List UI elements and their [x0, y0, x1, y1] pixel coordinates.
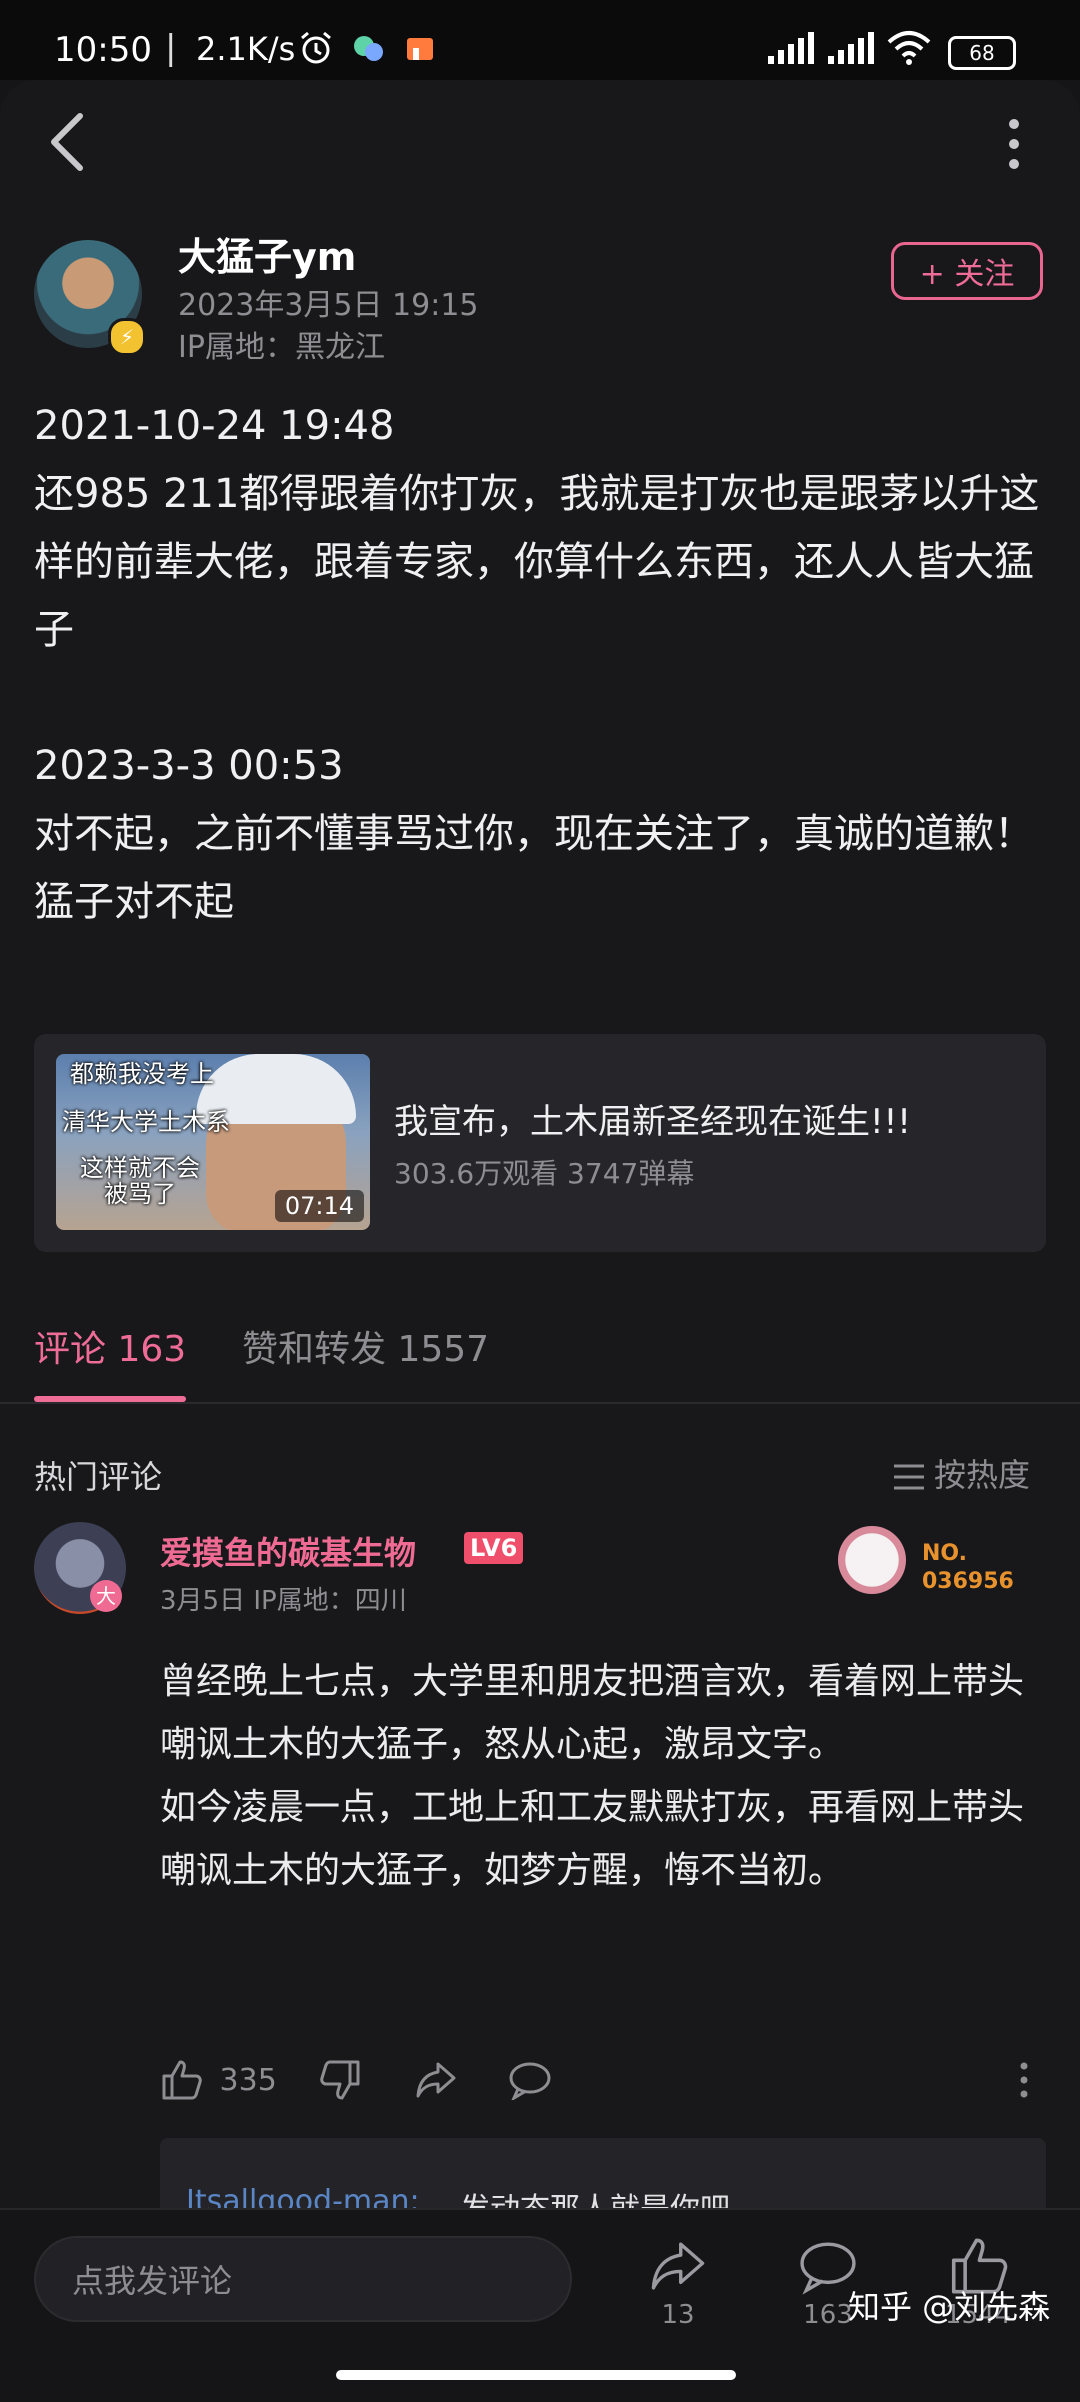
thumb-caption-2: 清华大学土木系: [62, 1108, 230, 1136]
video-thumbnail[interactable]: 都赖我没考上 清华大学土木系 这样就不会 被骂了 07:14: [56, 1054, 370, 1230]
signal-icon: [826, 30, 876, 66]
follow-button[interactable]: + 关注: [891, 242, 1043, 300]
tab-likes-reposts[interactable]: 赞和转发 1557: [242, 1320, 489, 1372]
tab-divider: [0, 1402, 1080, 1404]
store-icon: [402, 30, 438, 66]
comment-paragraph-1: 曾经晚上七点，大学里和朋友把酒言欢，看着网上带头嘲讽土木的大猛子，怒从心起，激昂…: [160, 1661, 1025, 1765]
level-badge: LV6: [464, 1532, 524, 1564]
comment-like-count: 335: [219, 2062, 277, 2098]
zhihu-watermark: 知乎 @刘先森: [848, 2288, 1051, 2326]
thumb-caption-1: 都赖我没考上: [70, 1060, 214, 1088]
thumb-caption-4: 被骂了: [104, 1180, 176, 1208]
wifi-icon: [886, 30, 932, 66]
app-notification-icon: [350, 30, 386, 66]
post-text-1: 还985 211都得跟着你打灰，我就是打灰也是跟茅以升这样的前辈大佬，跟着专家，…: [34, 471, 1040, 653]
post-ip-location: IP属地：黑龙江: [178, 330, 385, 365]
comment-more-icon[interactable]: [1014, 2060, 1034, 2100]
status-time: 10:50: [54, 30, 152, 70]
comment-paragraph-2: 如今凌晨一点，工地上和工友默默打灰，再看网上带头嘲讽土木的大猛子，如梦方醒，悔不…: [160, 1787, 1025, 1891]
commenter-avatar-badge: 大: [90, 1580, 122, 1612]
video-card[interactable]: 都赖我没考上 清华大学土木系 这样就不会 被骂了 07:14 我宣布，土木届新圣…: [34, 1034, 1046, 1252]
post-time-2: 2023-3-3 00:53: [34, 743, 344, 789]
post-body: 2021-10-24 19:48 还985 211都得跟着你打灰，我就是打灰也是…: [34, 392, 1044, 936]
alarm-icon: [298, 30, 334, 66]
share-icon[interactable]: [414, 2060, 458, 2100]
comment-body: 曾经晚上七点，大学里和朋友把酒言欢，看着网上带头嘲讽土木的大猛子，怒从心起，激昂…: [160, 1650, 1040, 1902]
author-name[interactable]: 大猛子ym: [178, 226, 356, 281]
fan-number-label: NO.: [922, 1541, 967, 1566]
sort-lines-icon: [892, 1462, 926, 1492]
chevron-left-icon[interactable]: [44, 110, 94, 174]
more-vertical-icon[interactable]: [996, 112, 1032, 176]
status-separator: |: [165, 28, 177, 68]
home-indicator[interactable]: [336, 2370, 736, 2380]
status-net-speed: 2.1K/s: [196, 30, 296, 68]
share-icon[interactable]: [648, 2236, 708, 2296]
signal-icon: [766, 30, 816, 66]
comment-meta: 3月5日 IP属地：四川: [160, 1586, 407, 1616]
hot-comments-title: 热门评论: [34, 1458, 163, 1496]
sort-button[interactable]: 按热度: [892, 1450, 1030, 1496]
post-text-2: 对不起，之前不懂事骂过你，现在关注了，真诚的道歉！: [34, 811, 1034, 857]
fan-number: NO. 036956: [922, 1540, 1014, 1596]
comment-like-button[interactable]: 335: [160, 2060, 277, 2100]
fan-number-value: 036956: [922, 1569, 1014, 1594]
post-time: 2023年3月5日 19:15: [178, 288, 479, 323]
video-title[interactable]: 我宣布，土木届新圣经现在诞生!!!: [394, 1094, 911, 1143]
video-stats: 303.6万观看 3747弹幕: [394, 1157, 695, 1190]
lightning-badge-icon: ⚡: [108, 318, 146, 356]
post-time-1: 2021-10-24 19:48: [34, 403, 395, 449]
thumbs-up-icon: [160, 2060, 202, 2100]
commenter-name[interactable]: 爱摸鱼的碳基生物: [160, 1528, 416, 1574]
battery-icon: 68: [948, 36, 1016, 70]
post-text-3: 猛子对不起: [34, 879, 234, 925]
share-count: 13: [661, 2300, 695, 2330]
reply-icon[interactable]: [508, 2060, 552, 2100]
sort-label: 按热度: [934, 1456, 1031, 1494]
video-duration: 07:14: [274, 1190, 364, 1222]
comment-input[interactable]: 点我发评论: [34, 2236, 572, 2322]
tab-comments[interactable]: 评论 163: [34, 1320, 186, 1372]
fan-badge-icon: [838, 1526, 906, 1594]
thumbs-down-icon[interactable]: [320, 2060, 362, 2100]
